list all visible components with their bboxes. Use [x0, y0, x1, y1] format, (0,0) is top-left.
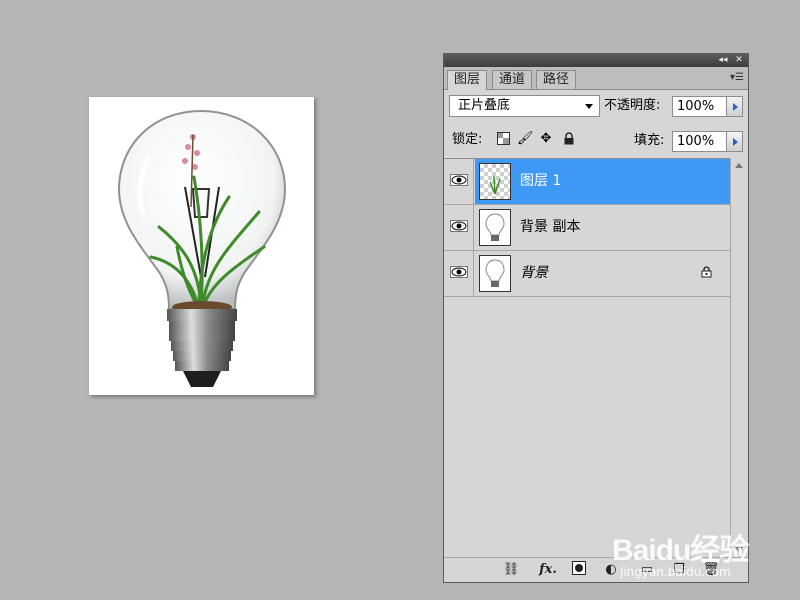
- panel-menu-icon[interactable]: ▾☰: [730, 72, 744, 83]
- blend-mode-value: 正片叠底: [458, 98, 511, 113]
- baidu-watermark: Baidu经验 jingyan.baidu.com: [612, 515, 792, 585]
- layer-name-area[interactable]: 背景: [475, 251, 730, 296]
- tab-paths[interactable]: 路径: [536, 70, 577, 89]
- lock-label: 锁定:: [452, 132, 483, 147]
- visibility-toggle[interactable]: [444, 205, 474, 250]
- eye-icon: [450, 266, 468, 278]
- layer-name: 背景 副本: [520, 219, 581, 235]
- visibility-toggle[interactable]: [444, 251, 474, 296]
- add-mask-icon[interactable]: [570, 561, 588, 579]
- opacity-label: 不透明度:: [604, 98, 661, 113]
- tab-layers[interactable]: 图层: [447, 70, 488, 90]
- layer-row-background-copy[interactable]: 背景 副本: [444, 205, 730, 251]
- opacity-input[interactable]: 100%: [672, 96, 733, 117]
- layers-scrollbar[interactable]: [730, 158, 748, 558]
- fill-slider-button[interactable]: [726, 131, 743, 152]
- lock-icon: [701, 266, 712, 281]
- lock-image-pixels-icon[interactable]: 🖌: [517, 132, 534, 146]
- panel-title-bar[interactable]: ◂◂ ✕: [444, 54, 748, 67]
- link-layers-icon[interactable]: ⛓: [500, 561, 522, 579]
- layer-name: 背景: [520, 265, 548, 281]
- layer-name-area[interactable]: 背景 副本: [475, 205, 730, 250]
- tab-channels[interactable]: 通道: [492, 70, 533, 89]
- lock-position-icon[interactable]: ✥: [539, 132, 553, 146]
- visibility-toggle[interactable]: [444, 159, 474, 204]
- panel-tabs: 图层 通道 路径 ▾☰: [444, 67, 748, 90]
- watermark-url: jingyan.baidu.com: [620, 565, 731, 579]
- layer-thumbnail: [479, 255, 511, 292]
- blend-mode-select[interactable]: 正片叠底: [449, 95, 600, 117]
- layer-style-icon[interactable]: fx.: [536, 561, 560, 579]
- watermark-brand: Baidu经验: [612, 534, 749, 567]
- lightbulb-image: [117, 109, 287, 387]
- layer-name-area[interactable]: 图层 1: [475, 159, 730, 204]
- eye-icon: [450, 220, 468, 232]
- layer-row-layer1[interactable]: 图层 1: [444, 159, 730, 205]
- opacity-slider-button[interactable]: [726, 96, 743, 117]
- chevron-down-icon: [585, 104, 593, 109]
- layers-list: 图层 1 背景 副本 背景: [444, 158, 730, 559]
- document-canvas[interactable]: [89, 97, 314, 395]
- eye-icon: [450, 174, 468, 186]
- fill-label: 填充:: [634, 133, 665, 148]
- lock-transparent-pixels-icon[interactable]: [496, 132, 510, 146]
- layer-thumbnail: [479, 209, 511, 246]
- lock-all-icon[interactable]: [562, 132, 576, 146]
- layer-thumbnail: [479, 163, 511, 200]
- layers-panel: ◂◂ ✕ 图层 通道 路径 ▾☰ 正片叠底 不透明度: 100% 锁定: 🖌 ✥…: [443, 53, 749, 583]
- layer-row-background[interactable]: 背景: [444, 251, 730, 297]
- close-icon[interactable]: ✕: [732, 54, 746, 67]
- fill-input[interactable]: 100%: [672, 131, 733, 152]
- scroll-up-icon[interactable]: [735, 163, 743, 168]
- layer-name: 图层 1: [520, 173, 562, 189]
- collapse-icon[interactable]: ◂◂: [716, 54, 730, 67]
